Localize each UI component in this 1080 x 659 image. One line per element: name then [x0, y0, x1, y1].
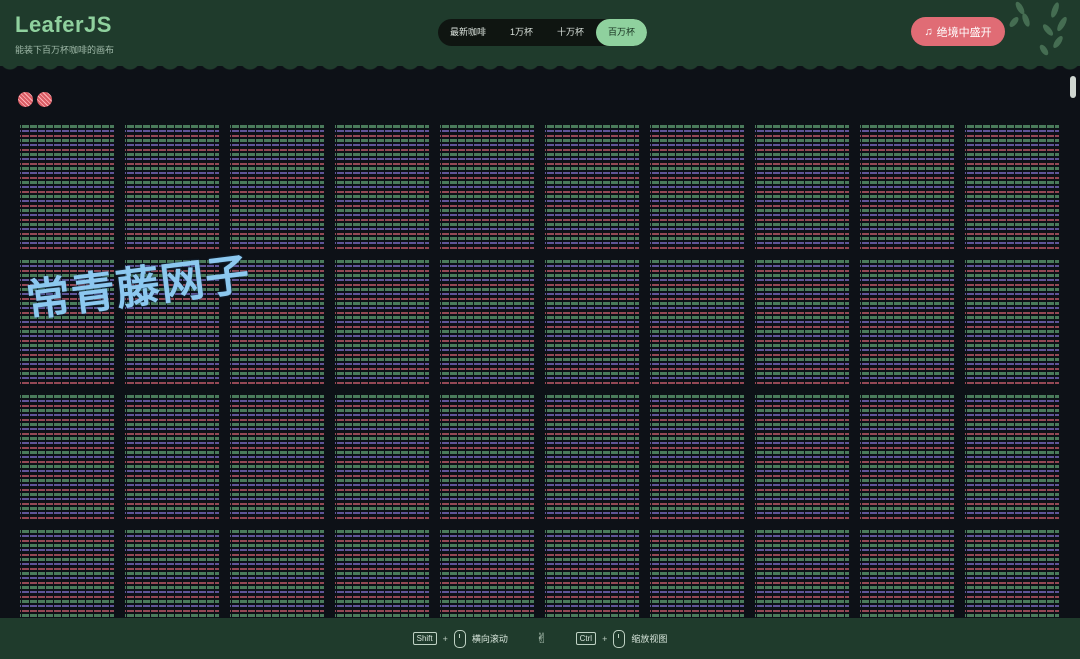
coffee-cup-block	[440, 395, 534, 521]
tab-bar: 最新咖啡 1万杯 十万杯 百万杯	[438, 19, 648, 46]
tab-1m-cups[interactable]: 百万杯	[596, 19, 648, 46]
header-scallop-edge	[0, 60, 1080, 74]
tab-10k-cups[interactable]: 1万杯	[498, 19, 545, 46]
tab-latest-coffee[interactable]: 最新咖啡	[438, 19, 498, 46]
coffee-cup-block	[860, 260, 954, 386]
zoom-hint-label: 缩放视图	[631, 634, 668, 644]
coffee-cup-block	[755, 395, 849, 521]
coffee-cup-block	[230, 125, 324, 251]
coffee-cup-block	[440, 125, 534, 251]
footer-hints: Shift + 横向滚动 ✌ Ctrl + 缩放视图	[0, 618, 1080, 659]
plus-sign: +	[602, 633, 608, 644]
coffee-cup-block	[440, 260, 534, 386]
shift-key: Shift	[412, 632, 437, 645]
coffee-cup-block	[335, 260, 429, 386]
coffee-cup-block	[965, 395, 1059, 521]
leaves-decoration-icon	[1009, 1, 1067, 56]
coffee-cup-block	[755, 260, 849, 386]
mouse-icon	[453, 629, 466, 648]
coffee-cup-block	[125, 395, 219, 521]
red-dot-icon	[37, 92, 52, 107]
coffee-cup-block	[755, 125, 849, 251]
red-dot-icon	[18, 92, 33, 107]
coffee-cup-block	[335, 395, 429, 521]
coffee-cup-block	[335, 125, 429, 251]
coffee-cup-block	[545, 260, 639, 386]
coffee-cup-block	[545, 125, 639, 251]
music-button-label: 绝境中盛开	[936, 26, 992, 39]
coffee-cup-block	[545, 395, 639, 521]
subtitle: 能装下百万杯咖啡的画布	[15, 45, 115, 55]
coffee-cup-block	[125, 125, 219, 251]
music-note-icon: ♫	[924, 25, 933, 38]
coffee-cup-block	[650, 260, 744, 386]
logo[interactable]: LeaferJS	[15, 12, 112, 38]
coffee-cup-block	[20, 125, 114, 251]
coffee-cup-block	[965, 260, 1059, 386]
plus-sign: +	[442, 633, 448, 644]
coffee-cup-block	[230, 395, 324, 521]
vertical-scrollbar[interactable]	[1068, 74, 1080, 618]
coffee-cup-block	[650, 125, 744, 251]
tab-100k-cups[interactable]: 十万杯	[545, 19, 596, 46]
status-dots	[18, 92, 52, 107]
music-button[interactable]: ♫ 绝境中盛开	[911, 17, 1005, 46]
coffee-cup-block	[860, 395, 954, 521]
mouse-icon	[613, 629, 626, 648]
pinch-gesture-icon: ✌	[535, 630, 548, 646]
coffee-cup-block	[860, 125, 954, 251]
scrollbar-thumb[interactable]	[1070, 76, 1076, 98]
ctrl-key: Ctrl	[575, 632, 597, 645]
scroll-hint-label: 横向滚动	[471, 634, 508, 644]
coffee-cup-block	[20, 395, 114, 521]
coffee-cup-block	[650, 395, 744, 521]
coffee-cup-block	[965, 125, 1059, 251]
